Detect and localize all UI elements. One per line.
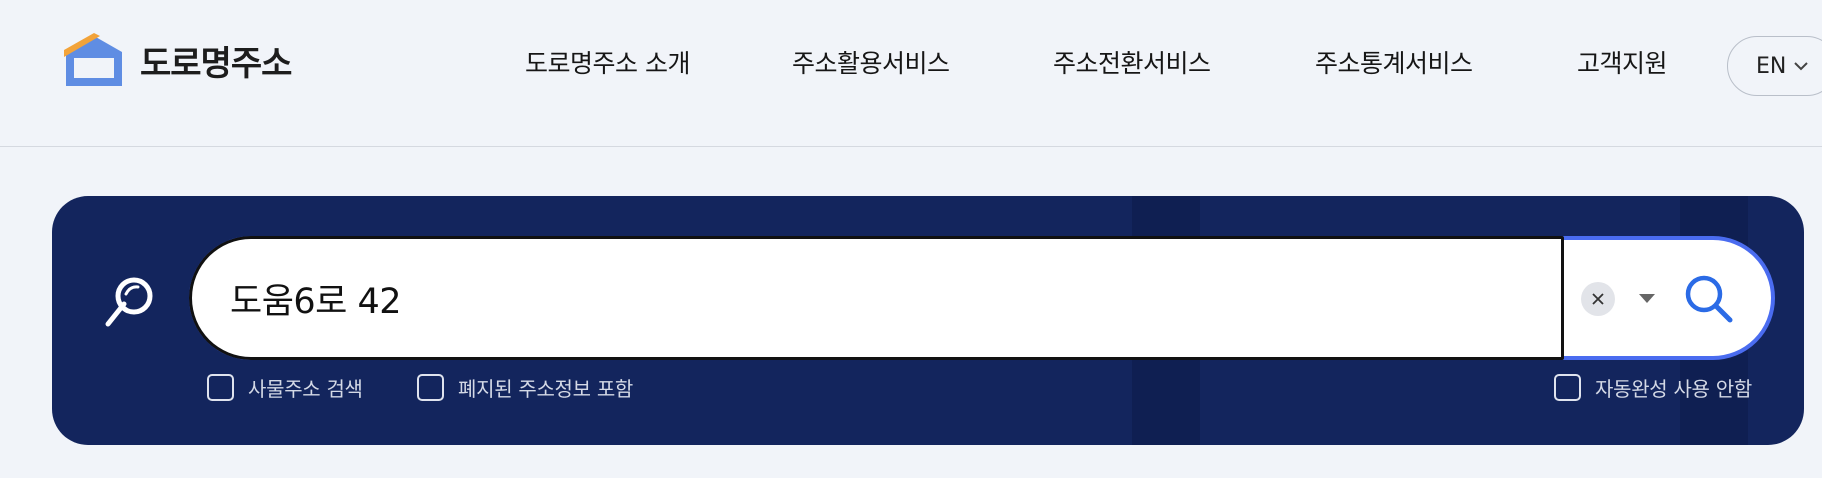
language-button[interactable]: EN — [1727, 36, 1822, 96]
nav-item-statistics[interactable]: 주소통계서비스 — [1315, 44, 1473, 84]
search-field[interactable] — [189, 236, 1564, 360]
option-disable-autocomplete[interactable]: 자동완성 사용 안함 — [1554, 372, 1752, 402]
option-include-abolished[interactable]: 폐지된 주소정보 포함 — [417, 372, 633, 402]
search-icon[interactable] — [1682, 272, 1736, 326]
nav-item-utilization[interactable]: 주소활용서비스 — [792, 44, 950, 84]
site-header: 도로명주소 도로명주소 소개 주소활용서비스 주소전환서비스 주소통계서비스 고… — [0, 0, 1822, 147]
house-logo-icon — [64, 33, 122, 86]
checkbox[interactable] — [1554, 373, 1581, 401]
nav-item-support[interactable]: 고객지원 — [1577, 44, 1668, 84]
search-input[interactable] — [230, 239, 1530, 357]
search-panel: 사물주소 검색 폐지된 주소정보 포함 자동완성 사용 안함 — [52, 196, 1804, 445]
nav-item-intro[interactable]: 도로명주소 소개 — [525, 44, 690, 84]
magnifier-icon — [105, 277, 153, 327]
option-label: 사물주소 검색 — [248, 376, 363, 401]
logo-text: 도로명주소 — [140, 43, 292, 84]
language-label: EN — [1756, 53, 1787, 79]
close-icon — [1592, 293, 1604, 305]
chevron-down-icon — [1794, 62, 1809, 71]
caret-down-icon[interactable] — [1635, 286, 1659, 310]
logo[interactable]: 도로명주소 — [60, 30, 292, 90]
checkbox[interactable] — [207, 373, 234, 401]
nav-item-conversion[interactable]: 주소전환서비스 — [1053, 44, 1211, 84]
option-label: 자동완성 사용 안함 — [1595, 376, 1752, 401]
checkbox[interactable] — [417, 373, 444, 401]
option-label: 폐지된 주소정보 포함 — [458, 376, 634, 401]
option-object-address[interactable]: 사물주소 검색 — [207, 372, 363, 402]
clear-button[interactable] — [1581, 282, 1615, 316]
